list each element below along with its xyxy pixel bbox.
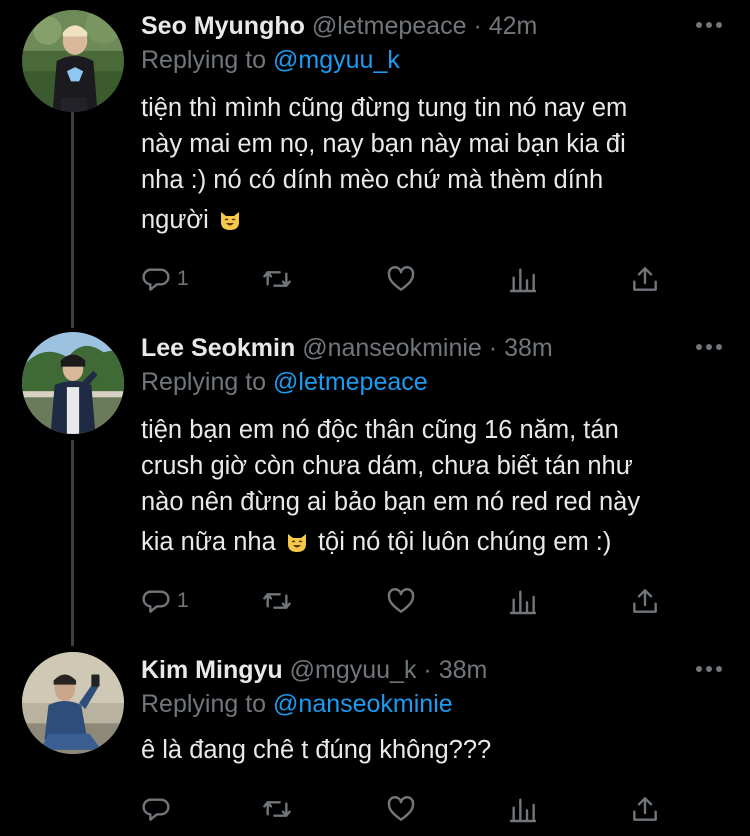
tweet-text-line: crush giờ còn chưa dám, chưa biết tán nh… <box>141 452 633 480</box>
tweet-text-line: người <box>141 202 731 238</box>
like-button[interactable] <box>385 261 417 297</box>
analytics-icon <box>509 590 537 615</box>
tweet-text-fragment: tội nó tội luôn chúng em :) <box>317 528 612 556</box>
analytics-icon <box>509 798 537 823</box>
separator: · <box>423 656 432 684</box>
replying-to-label: Replying to <box>141 46 267 74</box>
retweet-icon <box>263 801 291 817</box>
tweet-header: Lee Seokmin @nanseokminie · 38m <box>141 330 730 366</box>
analytics-button[interactable] <box>507 261 539 297</box>
tweet-actions <box>141 791 701 827</box>
retweet-icon <box>263 271 291 287</box>
like-icon <box>387 266 415 291</box>
share-button[interactable] <box>629 791 661 827</box>
tweet-text-line: ê là đang chê t đúng không??? <box>141 736 492 764</box>
share-button[interactable] <box>629 261 661 297</box>
share-icon <box>633 797 657 821</box>
analytics-button[interactable] <box>507 583 539 619</box>
mention-link[interactable]: @letmepeace <box>273 368 428 396</box>
replying-to: Replying to @nanseokminie <box>141 686 453 722</box>
tweet-header: Kim Mingyu @mgyuu_k · 38m <box>141 652 730 688</box>
replying-to-label: Replying to <box>141 368 267 396</box>
tweet-text-line: nha :) nó có dính mèo chứ mà thèm dính <box>141 166 604 194</box>
mention-link[interactable]: @mgyuu_k <box>273 46 400 74</box>
like-icon <box>387 796 415 821</box>
user-handle[interactable]: @nanseokminie <box>302 334 482 362</box>
tweet[interactable]: Lee Seokmin @nanseokminie · 38m Replying… <box>0 330 750 640</box>
share-button[interactable] <box>629 583 661 619</box>
tweet-text-line: kia nữa nha tội nó tội luôn chúng em :) <box>141 524 731 560</box>
share-icon <box>633 589 657 613</box>
replying-to: Replying to @mgyuu_k <box>141 42 400 78</box>
replying-to-label: Replying to <box>141 690 267 718</box>
more-icon[interactable] <box>696 22 722 28</box>
like-button[interactable] <box>385 583 417 619</box>
like-icon <box>387 588 415 613</box>
reply-button[interactable]: 1 <box>141 583 189 619</box>
tweet[interactable]: Kim Mingyu @mgyuu_k · 38m Replying to @n… <box>0 652 750 836</box>
retweet-icon <box>263 593 291 609</box>
timestamp[interactable]: 38m <box>439 656 488 684</box>
retweet-button[interactable] <box>261 583 293 619</box>
tweet-text-line: này mai em nọ, nay bạn này mai bạn kia đ… <box>141 130 626 158</box>
more-icon[interactable] <box>696 344 722 350</box>
display-name[interactable]: Kim Mingyu <box>141 656 283 684</box>
reply-count: 1 <box>177 267 189 290</box>
tweet-header: Seo Myungho @letmepeace · 42m <box>141 8 730 44</box>
tweet-actions: 1 <box>141 261 701 297</box>
tweet-text-fragment: người <box>141 206 209 234</box>
smiling-cat-emoji <box>287 534 306 552</box>
more-icon[interactable] <box>696 666 722 672</box>
smiling-cat-emoji <box>220 212 239 230</box>
reply-icon <box>142 268 170 291</box>
tweet-text-line: nào nên đừng ai bảo bạn em nó red red nà… <box>141 488 641 516</box>
share-icon <box>633 267 657 291</box>
user-handle[interactable]: @letmepeace <box>312 12 467 40</box>
analytics-button[interactable] <box>507 791 539 827</box>
mention-link[interactable]: @nanseokminie <box>273 690 453 718</box>
reply-icon <box>142 798 170 821</box>
retweet-button[interactable] <box>261 261 293 297</box>
timestamp[interactable]: 38m <box>504 334 553 362</box>
tweet-text-line: tiện bạn em nó độc thân cũng 16 năm, tán <box>141 416 619 444</box>
reply-count: 1 <box>177 589 189 612</box>
avatar[interactable] <box>22 332 124 434</box>
timestamp[interactable]: 42m <box>489 12 538 40</box>
analytics-icon <box>509 268 537 293</box>
reply-button[interactable] <box>141 791 177 827</box>
display-name[interactable]: Lee Seokmin <box>141 334 295 362</box>
avatar[interactable] <box>22 652 124 754</box>
tweet-text: ê là đang chê t đúng không??? <box>141 732 731 768</box>
tweet-actions: 1 <box>141 583 701 619</box>
avatar[interactable] <box>22 10 124 112</box>
tweet-text: tiện thì mình cũng đừng tung tin nó nay … <box>141 90 731 238</box>
reply-icon <box>142 590 170 613</box>
reply-button[interactable]: 1 <box>141 261 189 297</box>
tweet-text-fragment: kia nữa nha <box>141 528 276 556</box>
tweet-text-line: tiện thì mình cũng đừng tung tin nó nay … <box>141 94 628 122</box>
user-handle[interactable]: @mgyuu_k <box>290 656 417 684</box>
display-name[interactable]: Seo Myungho <box>141 12 305 40</box>
tweet-text: tiện bạn em nó độc thân cũng 16 năm, tán… <box>141 412 731 560</box>
separator: · <box>473 12 482 40</box>
separator: · <box>488 334 498 362</box>
tweet[interactable]: Seo Myungho @letmepeace · 42m Replying t… <box>0 8 750 318</box>
retweet-button[interactable] <box>261 791 293 827</box>
replying-to: Replying to @letmepeace <box>141 364 428 400</box>
like-button[interactable] <box>385 791 417 827</box>
